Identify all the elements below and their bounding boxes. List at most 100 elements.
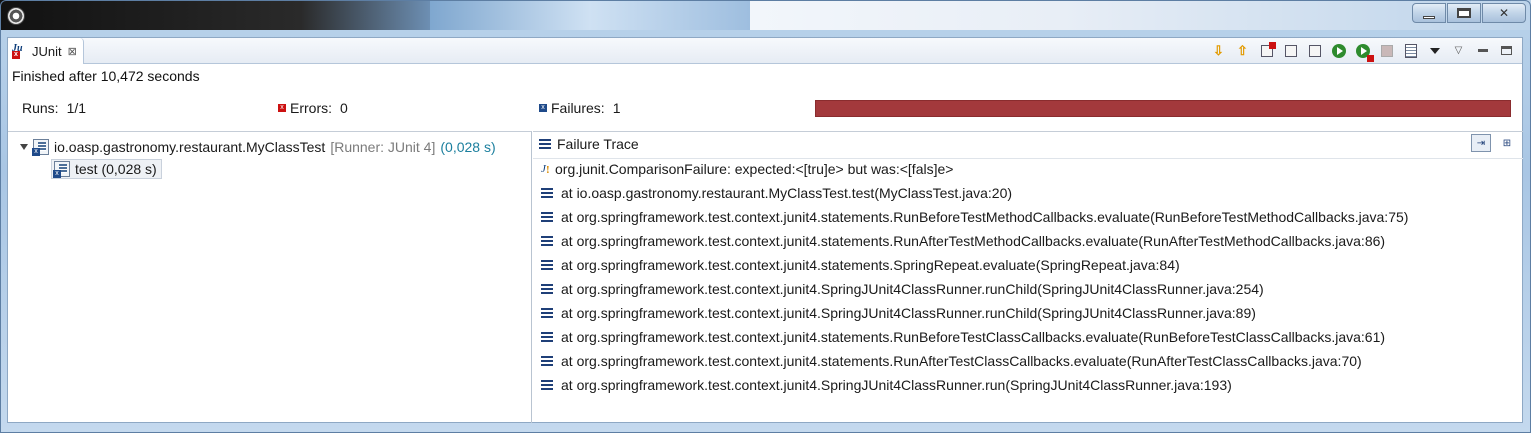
tab-close-icon[interactable]: ⊠	[68, 45, 77, 58]
trace-frame[interactable]: at org.springframework.test.context.juni…	[541, 377, 1232, 393]
rerun-failed-first-button[interactable]	[1353, 41, 1374, 62]
trace-frame[interactable]: at org.springframework.test.context.juni…	[541, 233, 1385, 249]
title-bar: ✕	[1, 1, 1530, 31]
trace-toolbar: ⇥ ⊞	[1471, 134, 1517, 152]
stack-trace-icon	[539, 139, 551, 149]
errors-counter: x Errors: 0	[278, 100, 348, 116]
tree-suite-row[interactable]: x io.oasp.gastronomy.restaurant.MyClassT…	[20, 139, 496, 156]
junit-icon: Ju x	[12, 43, 23, 59]
minimize-view-button[interactable]	[1473, 41, 1492, 60]
maximize-window-button[interactable]	[1447, 3, 1481, 23]
minimize-icon	[1423, 15, 1435, 19]
stack-frame-icon	[541, 284, 553, 294]
filter-stack-trace-button[interactable]: ⇥	[1471, 134, 1491, 152]
frame-text: at org.springframework.test.context.juni…	[561, 353, 1362, 369]
trace-frame[interactable]: at org.springframework.test.context.juni…	[541, 257, 1180, 273]
rerun-failed-first-icon	[1355, 43, 1374, 62]
maximize-icon	[1457, 8, 1471, 18]
show-skipped-tests-button[interactable]	[1305, 41, 1324, 60]
scroll-lock-button[interactable]	[1281, 41, 1300, 60]
rerun-test-button[interactable]	[1329, 41, 1348, 60]
failure-trace-header: Failure Trace	[539, 136, 639, 152]
failure-icon: x	[539, 104, 547, 112]
frame-text: at org.springframework.test.context.juni…	[561, 281, 1264, 297]
stack-frame-icon	[541, 212, 553, 222]
error-icon: x	[278, 104, 286, 112]
suite-name: io.oasp.gastronomy.restaurant.MyClassTes…	[54, 139, 326, 155]
trace-frame[interactable]: at org.springframework.test.context.juni…	[541, 281, 1264, 297]
runs-value: 1/1	[66, 100, 87, 116]
suite-time: (0,028 s)	[440, 139, 496, 155]
close-icon: ✕	[1498, 6, 1510, 20]
stop-button[interactable]	[1377, 41, 1396, 60]
trace-frame[interactable]: at org.springframework.test.context.juni…	[541, 305, 1256, 321]
rerun-test-icon	[1331, 43, 1346, 58]
scroll-lock-icon	[1284, 44, 1297, 57]
test-label: test (0,028 s)	[75, 161, 157, 177]
failure-trace-title: Failure Trace	[557, 136, 639, 152]
eclipse-window: ✕ Ju x JUnit ⊠ ⇩ ⇧ ▽ Finished after 10,4…	[0, 0, 1531, 433]
filter-icon: ⇥	[1476, 137, 1486, 149]
test-run-history-icon	[1404, 43, 1417, 58]
stack-frame-icon	[541, 380, 553, 390]
stack-frame-icon	[541, 188, 553, 198]
minimize-window-button[interactable]	[1412, 3, 1446, 23]
trace-frame[interactable]: at io.oasp.gastronomy.restaurant.MyClass…	[541, 185, 1012, 201]
show-skipped-icon	[1308, 44, 1321, 57]
frame-text: at org.springframework.test.context.juni…	[561, 209, 1409, 225]
trace-frame[interactable]: at org.springframework.test.context.juni…	[541, 209, 1408, 225]
failure-trace-pane: Failure Trace ⇥ ⊞ J! org.junit.Compariso…	[533, 131, 1523, 423]
junit-view: Ju x JUnit ⊠ ⇩ ⇧ ▽ Finished after 10,472…	[7, 37, 1523, 423]
chevron-down-icon	[1429, 47, 1440, 54]
frame-text: at org.springframework.test.context.juni…	[561, 257, 1180, 273]
run-status-text: Finished after 10,472 seconds	[12, 68, 200, 84]
view-menu-button[interactable]: ▽	[1449, 41, 1468, 60]
expand-twisty-icon[interactable]	[20, 144, 28, 150]
stack-frame-icon	[541, 308, 553, 318]
stop-icon	[1380, 44, 1393, 57]
minimize-view-icon	[1477, 49, 1488, 52]
window-controls: ✕	[1411, 3, 1526, 25]
trace-frame[interactable]: at org.springframework.test.context.juni…	[541, 353, 1362, 369]
next-failure-button[interactable]: ⇩	[1209, 41, 1228, 60]
frame-text: at org.springframework.test.context.juni…	[561, 377, 1232, 393]
stack-frame-icon	[541, 260, 553, 270]
failures-label: Failures:	[551, 100, 605, 116]
exception-text: org.junit.ComparisonFailure: expected:<[…	[555, 161, 954, 177]
tab-label: JUnit	[32, 43, 62, 59]
errors-label: Errors:	[290, 100, 332, 116]
view-menu-icon: ▽	[1454, 44, 1463, 56]
trace-divider	[533, 158, 1523, 159]
progress-bar	[815, 100, 1511, 117]
close-window-button[interactable]: ✕	[1482, 3, 1526, 23]
runs-counter: Runs: 1/1	[22, 100, 86, 116]
failures-value: 1	[612, 100, 621, 116]
comparison-failure-icon: J!	[541, 163, 550, 176]
stack-frame-icon	[541, 356, 553, 366]
test-tree-pane: x io.oasp.gastronomy.restaurant.MyClassT…	[8, 131, 532, 423]
history-dropdown-button[interactable]	[1425, 41, 1444, 60]
eclipse-app-icon[interactable]	[7, 7, 25, 25]
show-failures-only-icon	[1260, 41, 1276, 57]
maximize-view-button[interactable]	[1497, 41, 1516, 60]
tab-junit[interactable]: Ju x JUnit ⊠	[8, 38, 84, 64]
runs-label: Runs:	[22, 100, 59, 116]
suite-runner: [Runner: JUnit 4]	[330, 139, 436, 155]
frame-text: at org.springframework.test.context.juni…	[561, 329, 1386, 345]
frame-text: at org.springframework.test.context.juni…	[561, 305, 1256, 321]
frame-text: at io.oasp.gastronomy.restaurant.MyClass…	[561, 185, 1013, 201]
failures-counter: x Failures: 1	[539, 100, 620, 116]
previous-failure-button[interactable]: ⇧	[1233, 41, 1252, 60]
view-toolbar: ⇩ ⇧ ▽	[1209, 41, 1516, 62]
show-failures-only-button[interactable]	[1257, 41, 1276, 60]
test-failed-icon: x	[53, 161, 70, 178]
tree-test-row[interactable]: x test (0,028 s)	[51, 159, 162, 179]
test-run-history-button[interactable]	[1401, 41, 1420, 60]
compare-icon: ⊞	[1502, 137, 1512, 149]
compare-result-button[interactable]: ⊞	[1497, 134, 1517, 152]
trace-frame[interactable]: at org.springframework.test.context.juni…	[541, 329, 1385, 345]
stack-frame-icon	[541, 332, 553, 342]
stack-frame-icon	[541, 236, 553, 246]
maximize-view-icon	[1501, 46, 1512, 55]
trace-exception-line[interactable]: J! org.junit.ComparisonFailure: expected…	[541, 161, 953, 177]
